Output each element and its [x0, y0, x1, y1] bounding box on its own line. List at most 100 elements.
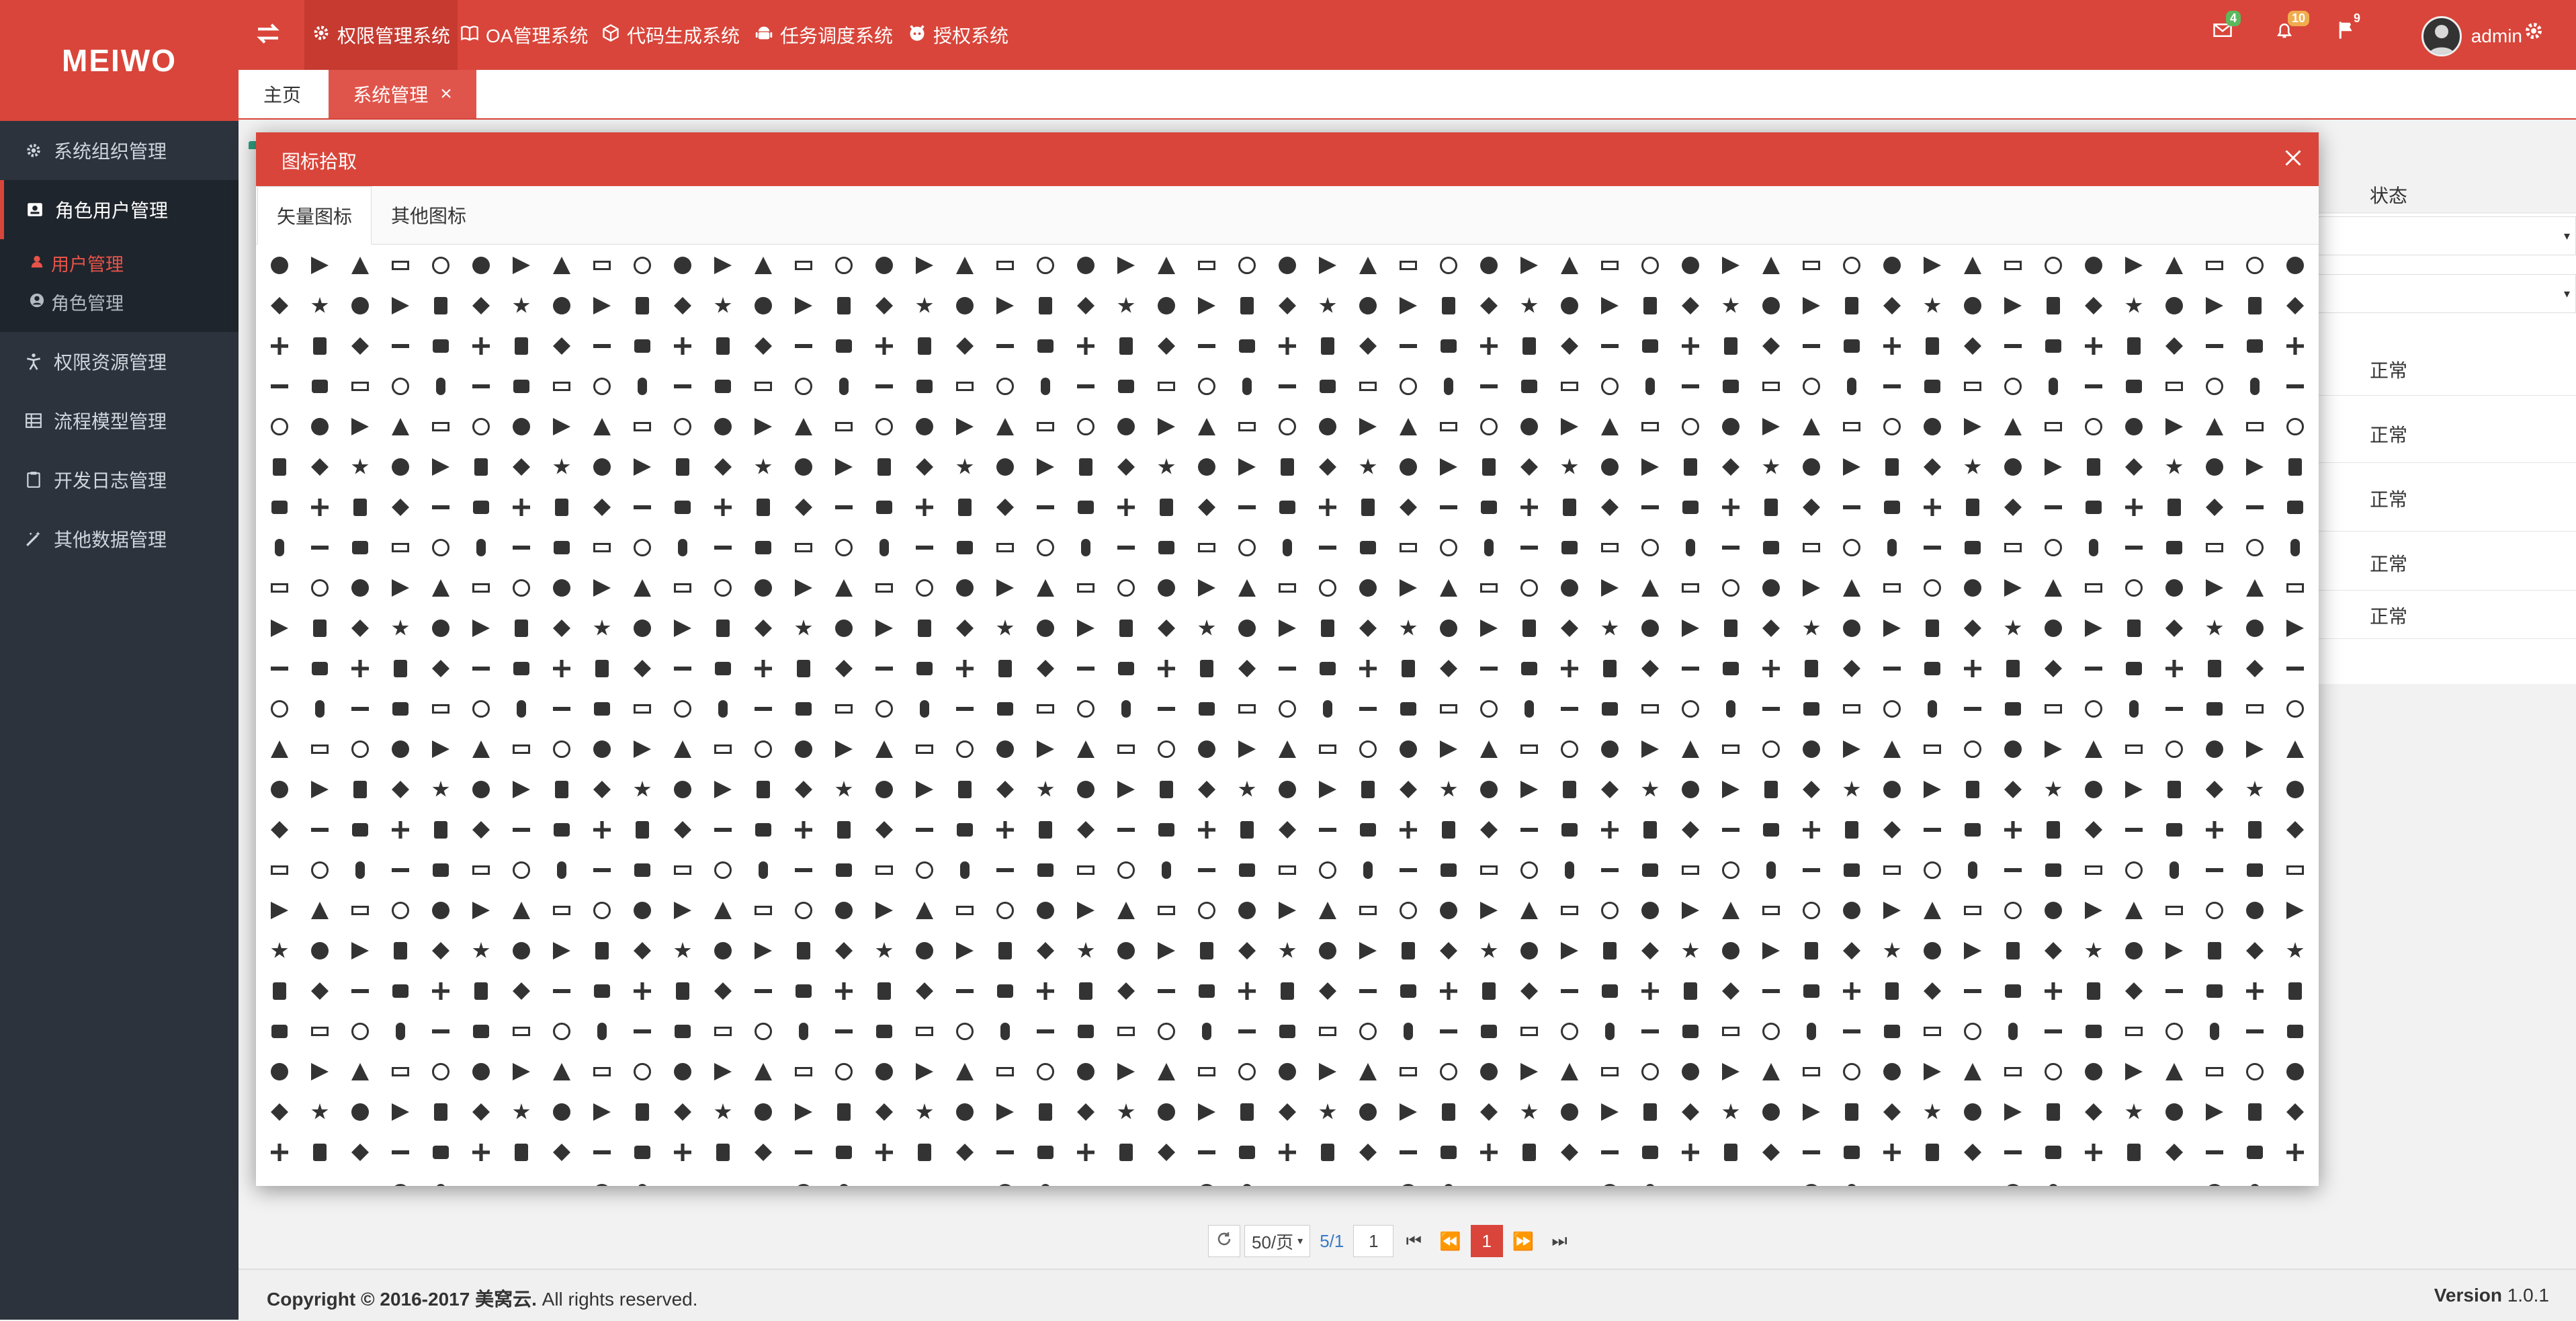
icon-cell[interactable] — [2194, 326, 2235, 366]
first-page-button[interactable]: ⏮ — [1398, 1225, 1430, 1257]
icon-cell[interactable] — [1187, 447, 1227, 487]
icon-cell[interactable] — [985, 447, 1025, 487]
icon-cell[interactable] — [1509, 1173, 1549, 1186]
icon-cell[interactable] — [1307, 1092, 1348, 1132]
icon-cell[interactable] — [1872, 286, 1912, 326]
icon-cell[interactable] — [1509, 447, 1549, 487]
icon-cell[interactable] — [501, 487, 542, 527]
icon-cell[interactable] — [1066, 568, 1106, 608]
icon-cell[interactable] — [421, 931, 461, 971]
icon-cell[interactable] — [1307, 487, 1348, 527]
icon-cell[interactable] — [1267, 608, 1307, 648]
icon-cell[interactable] — [743, 326, 783, 366]
icon-cell[interactable] — [703, 890, 743, 931]
icon-cell[interactable] — [582, 1132, 622, 1173]
icon-cell[interactable] — [662, 447, 703, 487]
icon-cell[interactable] — [542, 689, 582, 729]
icon-cell[interactable] — [662, 931, 703, 971]
icon-cell[interactable] — [2114, 689, 2154, 729]
icon-cell[interactable] — [1146, 286, 1187, 326]
icon-cell[interactable] — [1025, 326, 1066, 366]
icon-cell[interactable] — [1025, 890, 1066, 931]
icon-cell[interactable] — [1388, 286, 1428, 326]
icon-cell[interactable] — [824, 407, 864, 447]
icon-cell[interactable] — [461, 971, 501, 1011]
icon-cell[interactable] — [1832, 447, 1872, 487]
icon-cell[interactable] — [380, 1011, 421, 1052]
icon-cell[interactable] — [542, 810, 582, 850]
icon-cell[interactable] — [2073, 608, 2114, 648]
icon-cell[interactable] — [1187, 527, 1227, 568]
icon-cell[interactable] — [461, 1132, 501, 1173]
icon-cell[interactable] — [2235, 568, 2275, 608]
icon-cell[interactable] — [1832, 407, 1872, 447]
icon-cell[interactable] — [783, 971, 824, 1011]
icon-cell[interactable] — [1549, 407, 1590, 447]
icon-cell[interactable] — [1912, 931, 1952, 971]
icon-cell[interactable] — [945, 1092, 985, 1132]
icon-cell[interactable] — [2033, 689, 2073, 729]
icon-cell[interactable] — [1791, 1173, 1832, 1186]
icon-cell[interactable] — [340, 769, 380, 810]
icon-cell[interactable] — [824, 971, 864, 1011]
icon-cell[interactable] — [259, 1052, 300, 1092]
icon-cell[interactable] — [703, 568, 743, 608]
icon-cell[interactable] — [1509, 1092, 1549, 1132]
icon-cell[interactable] — [2275, 447, 2315, 487]
icon-cell[interactable] — [662, 1132, 703, 1173]
icon-cell[interactable] — [582, 1052, 622, 1092]
icon-cell[interactable] — [1066, 447, 1106, 487]
icon-cell[interactable] — [340, 245, 380, 286]
icon-cell[interactable] — [1227, 1052, 1267, 1092]
icon-cell[interactable] — [1146, 407, 1187, 447]
icon-cell[interactable] — [1832, 1132, 1872, 1173]
icon-cell[interactable] — [622, 326, 662, 366]
icon-cell[interactable] — [1227, 487, 1267, 527]
icon-cell[interactable] — [1711, 689, 1751, 729]
icon-cell[interactable] — [1469, 366, 1509, 407]
icon-cell[interactable] — [864, 608, 904, 648]
icon-cell[interactable] — [1549, 608, 1590, 648]
icon-cell[interactable] — [1711, 568, 1751, 608]
filter-select[interactable]: ▾ — [2315, 216, 2576, 255]
icon-cell[interactable] — [1832, 527, 1872, 568]
icon-cell[interactable] — [582, 326, 622, 366]
icon-cell[interactable] — [904, 487, 945, 527]
icon-cell[interactable] — [259, 407, 300, 447]
icon-cell[interactable] — [1832, 487, 1872, 527]
icon-cell[interactable] — [259, 689, 300, 729]
icon-cell[interactable] — [2114, 407, 2154, 447]
icon-cell[interactable] — [864, 1011, 904, 1052]
icon-cell[interactable] — [1751, 769, 1791, 810]
icon-cell[interactable] — [1267, 890, 1307, 931]
icon-cell[interactable] — [1025, 1092, 1066, 1132]
icon-cell[interactable] — [380, 1132, 421, 1173]
icon-cell[interactable] — [1267, 931, 1307, 971]
icon-cell[interactable] — [380, 447, 421, 487]
icon-cell[interactable] — [1952, 850, 1993, 890]
icon-cell[interactable] — [1348, 890, 1388, 931]
icon-cell[interactable] — [1912, 1052, 1952, 1092]
icon-cell[interactable] — [1469, 527, 1509, 568]
icon-cell[interactable] — [1267, 407, 1307, 447]
icon-cell[interactable] — [501, 971, 542, 1011]
icon-cell[interactable] — [1227, 407, 1267, 447]
icon-cell[interactable] — [2033, 407, 2073, 447]
icon-cell[interactable] — [380, 1052, 421, 1092]
icon-cell[interactable] — [421, 769, 461, 810]
icon-cell[interactable] — [1388, 447, 1428, 487]
icon-cell[interactable] — [904, 931, 945, 971]
icon-cell[interactable] — [501, 1092, 542, 1132]
icon-cell[interactable] — [662, 971, 703, 1011]
icon-cell[interactable] — [1832, 850, 1872, 890]
icon-cell[interactable] — [1549, 326, 1590, 366]
icon-cell[interactable] — [1348, 1052, 1388, 1092]
close-icon[interactable]: × — [440, 83, 452, 105]
icon-cell[interactable] — [662, 850, 703, 890]
icon-cell[interactable] — [743, 447, 783, 487]
icon-cell[interactable] — [1227, 850, 1267, 890]
icon-cell[interactable] — [1751, 245, 1791, 286]
icon-cell[interactable] — [300, 890, 340, 931]
icon-cell[interactable] — [1106, 568, 1146, 608]
icon-cell[interactable] — [1428, 1011, 1469, 1052]
